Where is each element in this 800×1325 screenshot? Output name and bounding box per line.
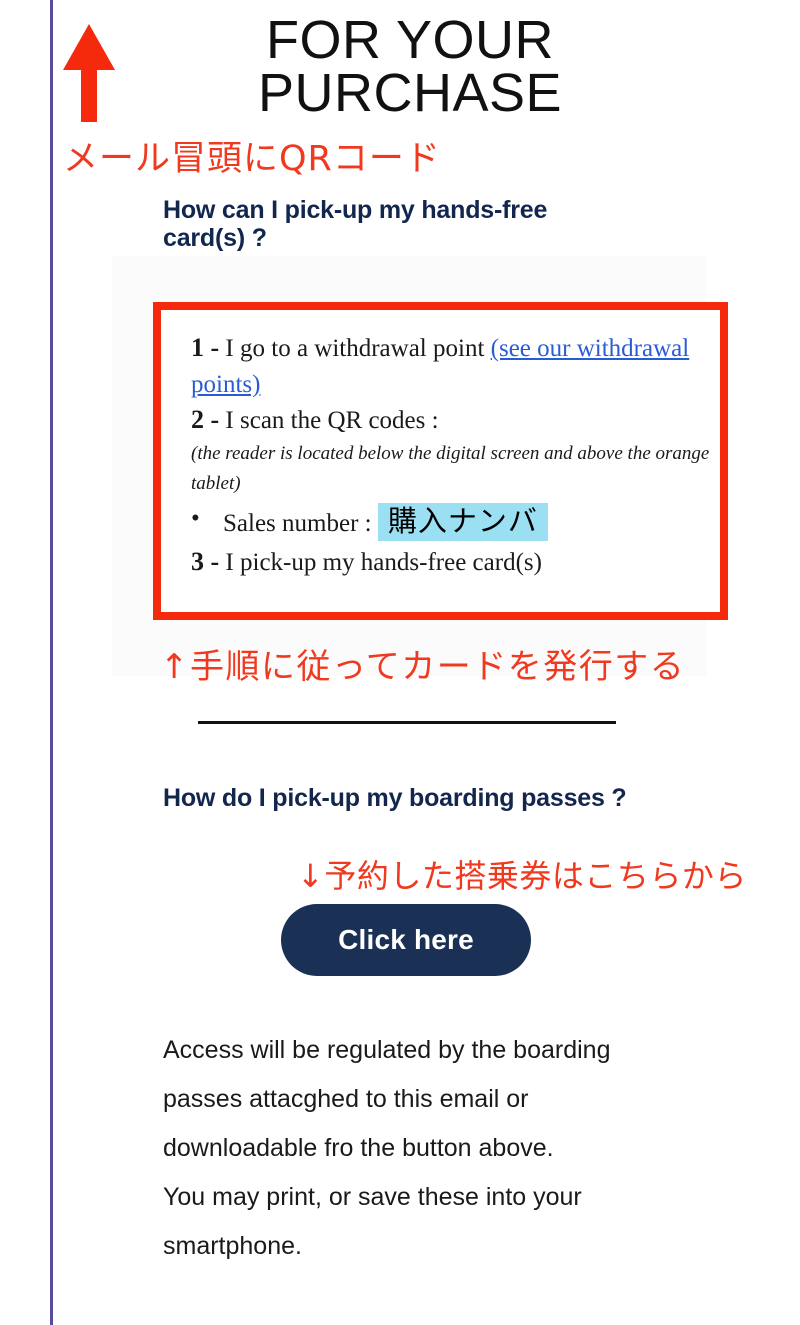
click-here-button[interactable]: Click here: [281, 904, 531, 976]
step-1-text: I go to a withdrawal point: [225, 335, 485, 362]
sales-number-row: • Sales number : 購入ナンバ: [191, 500, 712, 544]
page-title: FOR YOUR PURCHASE: [257, 10, 563, 123]
email-page: FOR YOUR PURCHASE メール冒頭にQRコード How can I …: [0, 0, 800, 1325]
red-up-arrow-icon: [63, 24, 115, 122]
steps-list: 1 - I go to a withdrawal point (see our …: [191, 330, 712, 581]
steps-callout-box: 1 - I go to a withdrawal point (see our …: [153, 302, 728, 620]
step-3: 3 - I pick-up my hands-free card(s): [191, 544, 712, 581]
sales-number-label: Sales number :: [223, 510, 372, 538]
step-2-text: I scan the QR codes :: [225, 407, 439, 435]
annotation-boarding-note: ↓予約した搭乗券はこちらから: [297, 857, 747, 895]
heading-pickup-card: How can I pick-up my hands-free card(s) …: [163, 196, 548, 252]
step-2-number: 2 -: [191, 405, 220, 435]
step-2-note: (the reader is located below the digital…: [191, 443, 710, 494]
footer-body-copy: Access will be regulated by the boarding…: [163, 1026, 663, 1271]
step-1-number: 1 -: [191, 333, 220, 362]
arrow-head: [63, 24, 115, 70]
annotation-sales-number-highlight: 購入ナンバ: [377, 503, 548, 542]
left-quote-rule: [50, 0, 53, 1325]
step-3-text: I pick-up my hands-free card(s): [225, 548, 542, 576]
body-paragraph-2: You may print, or save these into your s…: [163, 1183, 582, 1260]
bullet-icon: •: [191, 505, 200, 533]
annotation-qr-note: メール冒頭にQRコード: [63, 139, 441, 179]
annotation-steps-note: ↑手順に従ってカードを発行する: [160, 647, 686, 687]
heading-boarding-passes: How do I pick-up my boarding passes ?: [163, 784, 627, 812]
section-divider: [198, 721, 616, 724]
body-paragraph-1: Access will be regulated by the boarding…: [163, 1036, 611, 1162]
step-2: 2 - I scan the QR codes : (the reader is…: [191, 402, 712, 498]
arrow-stem: [81, 68, 97, 122]
step-1: 1 - I go to a withdrawal point (see our …: [191, 330, 712, 402]
step-3-number: 3 -: [191, 546, 220, 576]
